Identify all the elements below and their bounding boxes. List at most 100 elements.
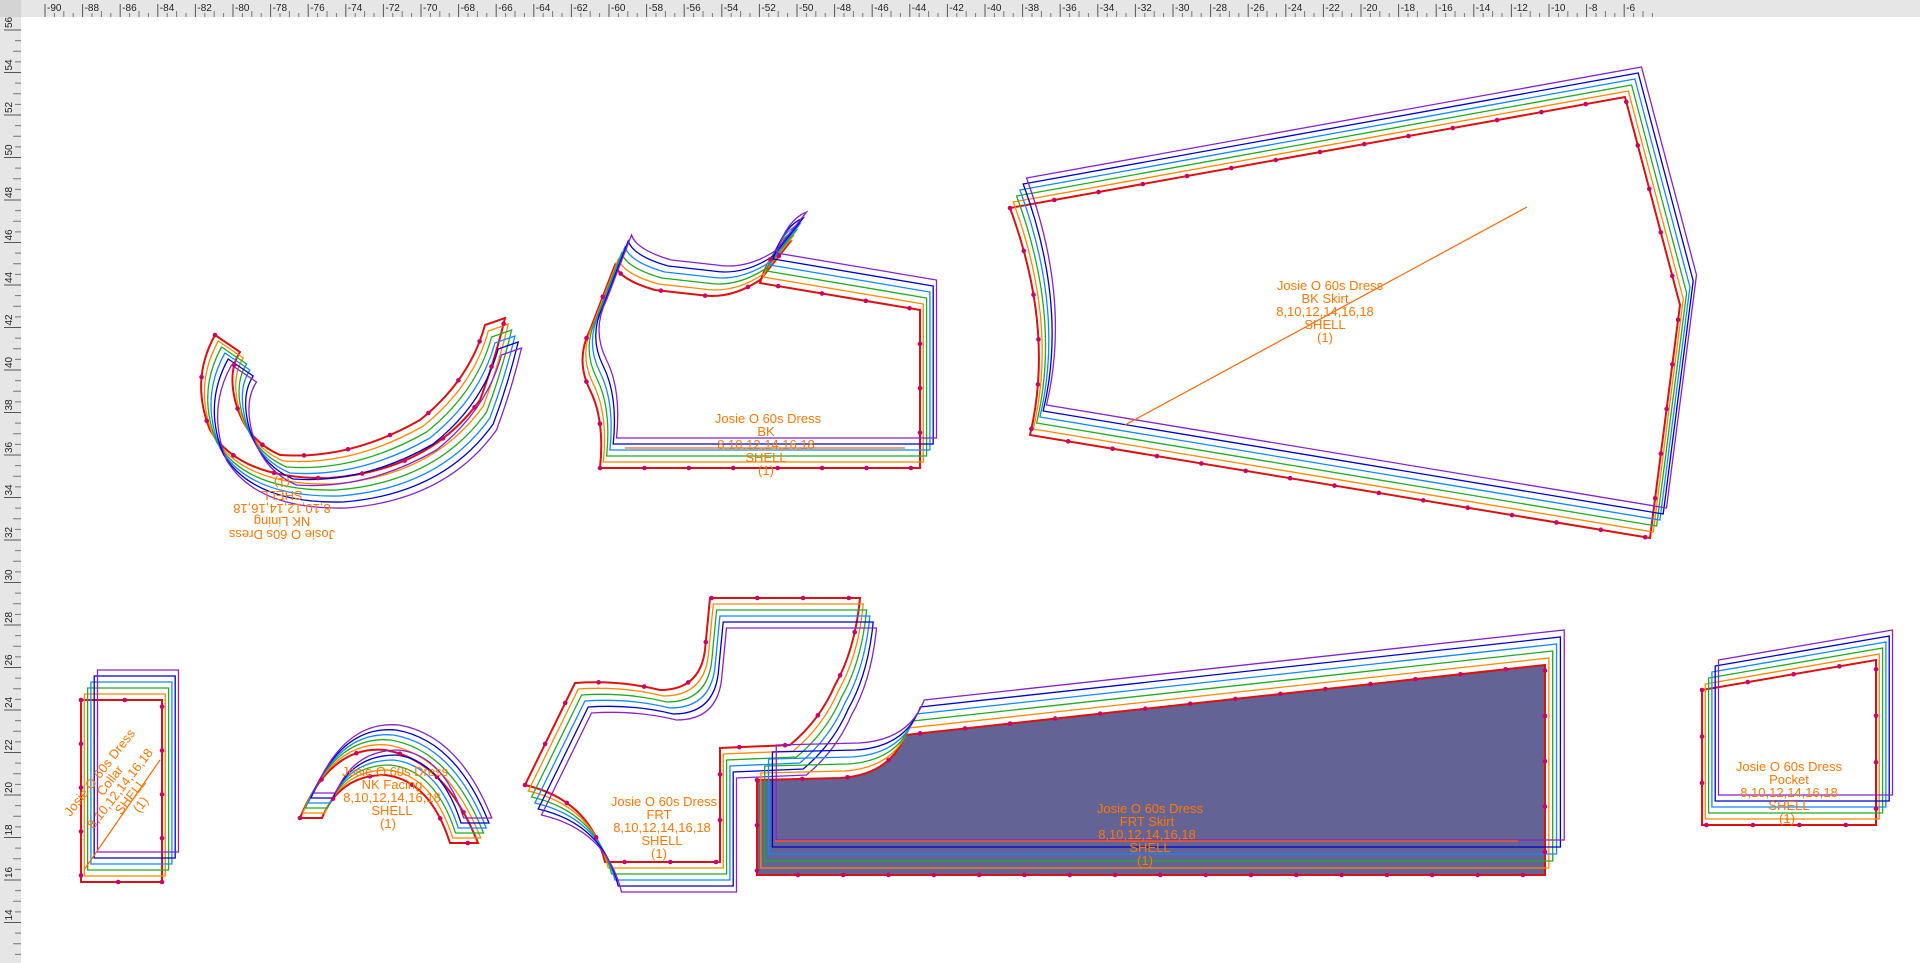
grade-point[interactable] [1837,664,1842,669]
grade-point[interactable] [717,817,723,823]
grade-point[interactable] [122,697,128,703]
grade-point[interactable] [686,465,692,471]
grade-point[interactable] [1110,446,1115,452]
grade-point[interactable] [1243,468,1249,474]
grade-point[interactable] [754,868,760,873]
grade-point[interactable] [768,256,773,262]
grade-point[interactable] [1642,534,1648,540]
grade-point[interactable] [618,271,623,276]
grade-point[interactable] [775,283,781,289]
grade-point[interactable] [1203,872,1208,878]
grade-point[interactable] [1052,716,1058,721]
grade-point[interactable] [1022,872,1027,878]
grade-point[interactable] [1187,701,1193,707]
grade-point[interactable] [1021,248,1027,254]
grade-point[interactable] [863,298,869,304]
grade-point[interactable] [1233,696,1238,702]
grade-point[interactable] [1031,292,1036,298]
grade-point[interactable] [908,465,914,471]
grade-point[interactable] [1368,681,1373,687]
pattern-canvas[interactable]: Josie O 60s Dress BK Skirt 8,10,12,14,16… [21,17,1920,963]
grade-point[interactable] [1007,721,1013,726]
grade-point[interactable] [685,680,691,685]
grade-point[interactable] [1158,872,1163,878]
grade-point[interactable] [1494,117,1500,123]
grade-point[interactable] [199,374,204,380]
grade-point[interactable] [864,465,869,471]
grade-point[interactable] [840,872,846,878]
grade-point[interactable] [456,378,461,383]
grade-point[interactable] [1873,713,1879,719]
grade-point[interactable] [271,470,277,476]
grade-point[interactable] [1843,822,1849,828]
grade-point[interactable] [477,339,482,344]
grade-point[interactable] [1317,149,1323,155]
grade-point[interactable] [301,453,307,458]
grade-point[interactable] [907,305,912,311]
grade-point[interactable] [800,595,806,601]
grade-point[interactable] [852,629,857,635]
grade-point[interactable] [597,421,603,426]
grade-point[interactable] [754,823,760,828]
grade-point[interactable] [159,792,165,797]
grade-point[interactable] [78,741,84,747]
grade-point[interactable] [1664,406,1669,412]
grade-point[interactable] [755,595,760,601]
grade-point[interactable] [1154,453,1160,459]
grade-point[interactable] [437,816,443,821]
grade-point[interactable] [1035,382,1041,387]
grade-point[interactable] [1278,691,1283,697]
grade-point[interactable] [1669,273,1675,279]
piece-nk-lining[interactable]: Josie O 60s Dress NK Lining 8,10,12,14,1… [199,316,523,542]
grade-point[interactable] [489,364,494,369]
grade-point[interactable] [886,872,891,878]
grade-point[interactable] [501,321,506,327]
grade-point[interactable] [1142,706,1148,712]
grade-point[interactable] [1583,101,1588,107]
grade-point[interactable] [641,684,647,689]
grade-point[interactable] [212,332,218,338]
grade-point[interactable] [1096,189,1101,195]
grade-point[interactable] [359,471,365,476]
vertical-ruler[interactable]: 56 54 52 50 48 46 44 42 40 38 36 34 32 30 28 26 24 22 20 18… [0,0,21,963]
grade-point[interactable] [1623,99,1629,105]
grade-point[interactable] [917,385,923,391]
grade-point[interactable] [387,432,393,438]
grade-point[interactable] [1699,687,1705,693]
grade-point[interactable] [319,777,324,782]
grade-point[interactable] [1554,520,1559,525]
grade-point[interactable] [1675,317,1681,322]
grade-point[interactable] [799,776,805,782]
grade-point[interactable] [345,446,351,452]
grade-point[interactable] [315,475,321,481]
grade-point[interactable] [1542,713,1548,719]
grade-point[interactable] [204,418,210,424]
grade-point[interactable] [717,772,723,777]
grade-point[interactable] [845,775,850,780]
grade-point[interactable] [542,741,548,747]
grade-point[interactable] [1184,173,1190,179]
grade-point[interactable] [159,835,165,841]
grade-point[interactable] [1465,505,1470,511]
horizontal-ruler[interactable]: -90 -88 -86 -84 -82 -80 -78 -76 -74 -72 -70 -68 -66 -… [0,0,1920,17]
grade-point[interactable] [1140,181,1146,187]
grade-point[interactable] [775,465,780,471]
grade-point[interactable] [1670,362,1675,367]
grade-point[interactable] [1797,822,1802,828]
grade-point[interactable] [1542,804,1548,809]
grade-point[interactable] [917,731,923,736]
grade-point[interactable] [1873,667,1879,672]
grade-point[interactable] [976,872,982,878]
grade-point[interactable] [1273,157,1278,163]
grade-point[interactable] [78,697,84,703]
piece-collar[interactable]: Josie O 60s Dress Collar 8,10,12,14,16,1… [61,669,180,885]
grade-point[interactable] [703,639,709,645]
grade-point[interactable] [402,458,407,463]
grade-point[interactable] [1051,197,1057,203]
grade-point[interactable] [426,410,431,416]
grade-point[interactable] [1509,512,1515,518]
grade-point[interactable] [1420,498,1426,503]
grade-point[interactable] [159,704,165,709]
grade-point[interactable] [1658,451,1664,456]
grade-point[interactable] [235,406,240,411]
